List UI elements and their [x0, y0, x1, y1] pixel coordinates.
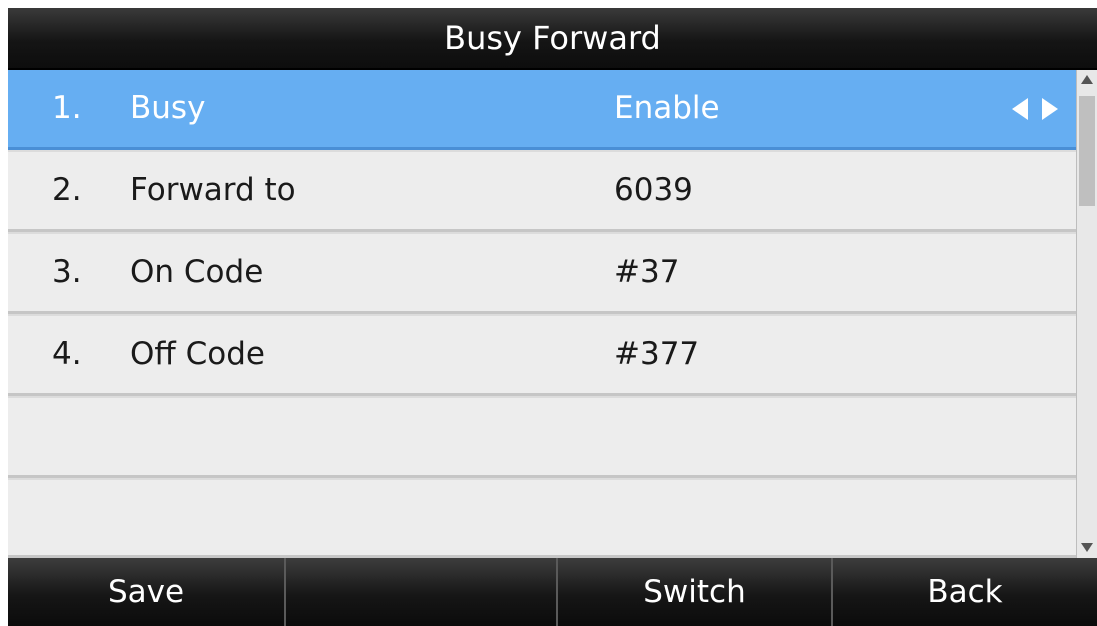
- item-number: 3.: [52, 254, 82, 290]
- list-item-empty: [8, 480, 1076, 558]
- list-item-off-code[interactable]: 4. Off Code #377: [8, 316, 1076, 396]
- value-selector[interactable]: [1012, 70, 1058, 147]
- scroll-thumb[interactable]: [1079, 96, 1095, 206]
- item-number: 4.: [52, 336, 82, 372]
- item-label: Busy: [130, 90, 206, 126]
- save-softkey[interactable]: Save: [8, 558, 286, 626]
- item-number: 2.: [52, 172, 82, 208]
- switch-softkey[interactable]: Switch: [558, 558, 833, 626]
- settings-list: 1. Busy Enable 2. Forward to 6039 3. On …: [8, 70, 1076, 558]
- item-value: Enable: [614, 90, 720, 126]
- scrollbar[interactable]: [1076, 70, 1097, 558]
- item-value: #377: [614, 336, 700, 372]
- triangle-left-icon[interactable]: [1012, 97, 1028, 120]
- scroll-down-arrow-icon[interactable]: [1081, 543, 1093, 552]
- triangle-right-icon[interactable]: [1042, 97, 1058, 120]
- page-title: Busy Forward: [8, 8, 1097, 70]
- item-label: Off Code: [130, 336, 265, 372]
- list-item-forward-to[interactable]: 2. Forward to 6039: [8, 152, 1076, 232]
- softkey-bar: Save Switch Back: [8, 558, 1097, 626]
- item-value: 6039: [614, 172, 693, 208]
- item-label: Forward to: [130, 172, 296, 208]
- scroll-up-arrow-icon[interactable]: [1081, 75, 1093, 84]
- back-softkey[interactable]: Back: [833, 558, 1097, 626]
- list-item-busy[interactable]: 1. Busy Enable: [8, 70, 1076, 150]
- empty-softkey[interactable]: [286, 558, 558, 626]
- phone-screen: Busy Forward 1. Busy Enable 2. Forward t…: [8, 8, 1097, 626]
- item-value: #37: [614, 254, 680, 290]
- list-item-on-code[interactable]: 3. On Code #37: [8, 234, 1076, 314]
- list-item-empty: [8, 398, 1076, 478]
- item-number: 1.: [52, 90, 82, 126]
- item-label: On Code: [130, 254, 264, 290]
